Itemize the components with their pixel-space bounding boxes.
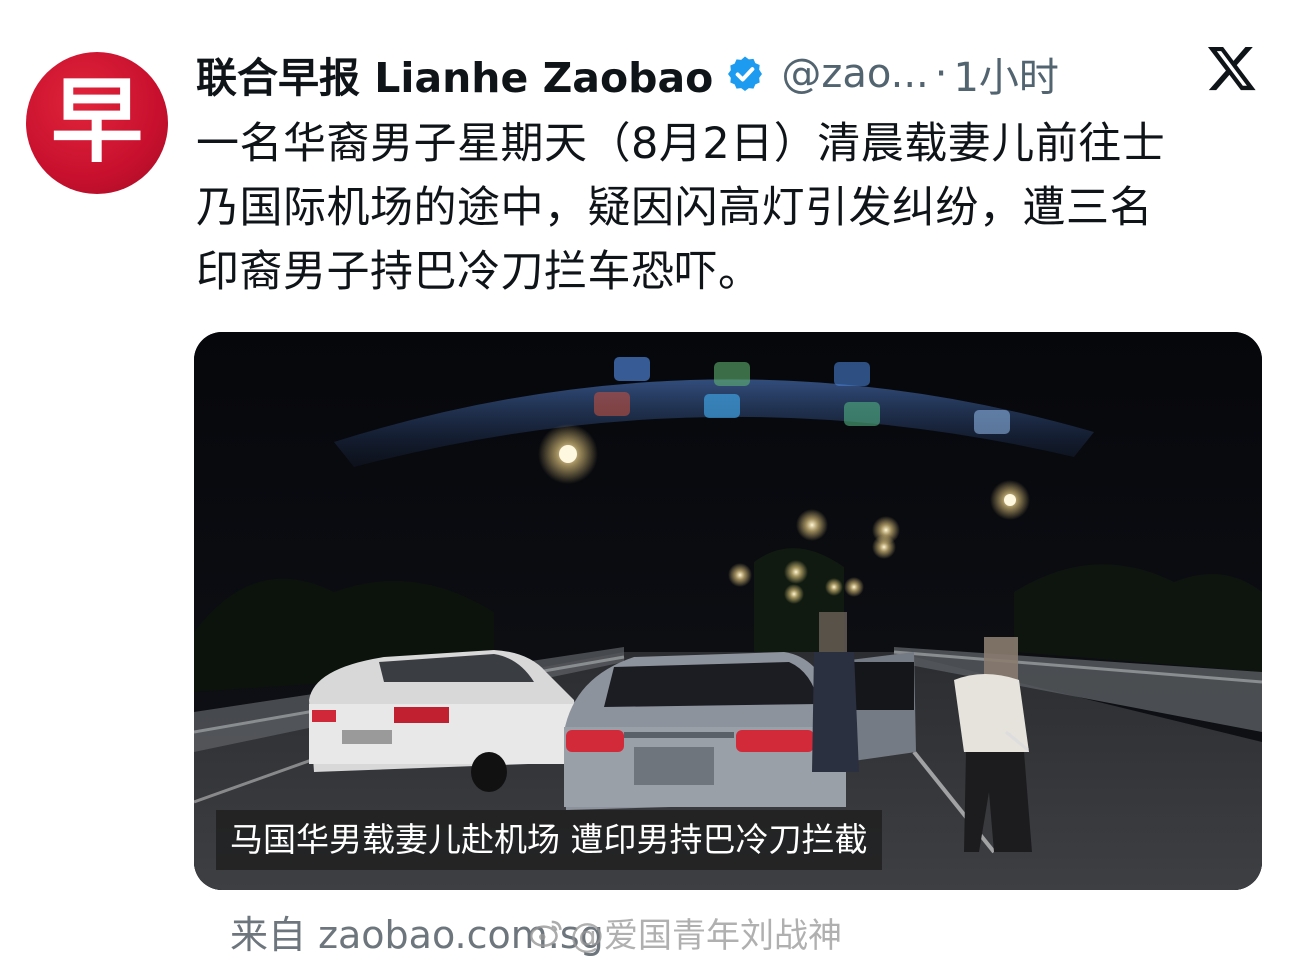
tweet-header: 联合早报 Lianhe Zaobao @zao... · 1小时	[196, 44, 1266, 104]
tweet-line: 印裔男子持巴冷刀拦车恐吓。	[196, 247, 762, 297]
handle[interactable]: @zao...	[781, 51, 928, 97]
tweet-media-image[interactable]: 马国华男载妻儿赴机场 遭印男持巴冷刀拦截	[194, 332, 1262, 890]
avatar-glyph: 早	[50, 67, 143, 175]
media-caption: 马国华男载妻儿赴机场 遭印男持巴冷刀拦截	[216, 810, 882, 870]
x-logo-icon[interactable]	[1206, 42, 1258, 94]
tweet-text: 一名华裔男子星期天（8月2日）清晨载妻儿前往士 乃国际机场的途中，疑因闪高灯引发…	[196, 112, 1266, 304]
display-name[interactable]: 联合早报 Lianhe Zaobao	[196, 44, 713, 104]
timestamp[interactable]: 1小时	[953, 45, 1058, 103]
night-road-scene	[194, 332, 1262, 890]
avatar[interactable]: 早	[26, 52, 168, 194]
separator-dot: ·	[934, 51, 948, 97]
watermark-text: @爱国青年刘战神	[570, 916, 842, 956]
tweet-line: 一名华裔男子星期天（8月2日）清晨载妻儿前往士	[196, 119, 1166, 169]
weibo-icon	[528, 914, 566, 952]
verified-badge-icon	[725, 54, 765, 94]
weibo-watermark: @爱国青年刘战神	[528, 908, 842, 957]
tweet-line: 乃国际机场的途中，疑因闪高灯引发纠纷，遭三名	[196, 183, 1153, 233]
tweet-card: 早 联合早报 Lianhe Zaobao @zao... · 1小时 一名华裔男…	[0, 0, 1290, 966]
